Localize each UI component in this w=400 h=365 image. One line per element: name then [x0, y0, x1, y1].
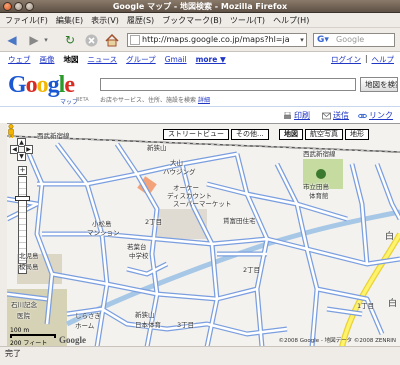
map-label: 西武新宿線 [303, 150, 336, 158]
print-link[interactable]: 印刷 [283, 110, 310, 121]
print-label: 印刷 [294, 111, 310, 120]
map-label: 西武新宿線 [37, 132, 70, 140]
map-label: 2丁目 [145, 218, 163, 226]
send-label: 送信 [333, 111, 349, 120]
logo-beta: BETA [76, 97, 89, 103]
menu-edit[interactable]: 編集(E) [56, 15, 83, 26]
google-map-watermark: Google [59, 335, 86, 345]
google-search-icon[interactable]: G▾ [317, 34, 329, 46]
map-roads [7, 135, 400, 346]
status-text: 完了 [5, 349, 21, 358]
link-maps-active: 地図 [63, 54, 79, 64]
map-label: ハウジング [163, 168, 196, 176]
search-engine-box[interactable]: G▾ Google [313, 33, 395, 47]
map-label: 新狭山 [147, 144, 167, 152]
menubar: ファイル(F) 編集(E) 表示(V) 履歴(S) ブックマーク(B) ツール(… [0, 13, 400, 28]
map-label: しらさぎ [75, 312, 101, 320]
url-bar[interactable]: http://maps.google.co.jp/maps?hl=ja [127, 33, 307, 47]
sidebar-collapsed[interactable] [0, 123, 7, 346]
link-images[interactable]: 画像 [40, 54, 55, 65]
menu-tools[interactable]: ツール(T) [230, 15, 265, 26]
scale-bottom-label: 200 フィート [10, 340, 48, 346]
map-actions-bar: 印刷 送信 リンク [0, 106, 400, 123]
google-services-bar: ウェブ 画像 地図 ニュース グループ Gmail more ▼ ログイン | … [0, 52, 400, 66]
window-title: Google マップ - 地図検索 - Mozilla Firefox [112, 2, 288, 11]
link-link[interactable]: リンク [358, 110, 393, 121]
reload-icon[interactable]: ↻ [62, 32, 78, 48]
map-nav-control: ▲ ◀ ▶ ▼ + − [10, 138, 34, 274]
map-label: 中学校 [129, 252, 149, 260]
stop-icon[interactable] [83, 32, 99, 48]
map-label: 1丁目 [357, 302, 375, 310]
map-search-input[interactable] [100, 78, 356, 91]
link-gmail[interactable]: Gmail [165, 55, 187, 64]
map-label: マンション [87, 229, 120, 237]
map-label: 3丁目 [177, 321, 195, 329]
menu-bookmarks[interactable]: ブックマーク(B) [162, 15, 222, 26]
map-label: 賃富田住宅 [223, 217, 256, 225]
menu-help[interactable]: ヘルプ(H) [273, 15, 309, 26]
map-label: 白 [388, 299, 398, 309]
more-layers-button[interactable]: その他... [231, 129, 269, 140]
url-text: http://maps.google.co.jp/maps?hl=ja [142, 35, 290, 44]
link-label: リンク [369, 111, 393, 120]
google-logo[interactable]: Google [8, 72, 75, 99]
map-label: 新狭山 [135, 311, 155, 319]
map-label: 校局島 [19, 263, 39, 271]
map-label: ホーム [75, 322, 95, 330]
link-web[interactable]: ウェブ [8, 54, 31, 65]
menu-file[interactable]: ファイル(F) [5, 15, 48, 26]
home-icon[interactable] [104, 32, 120, 48]
scale-bar: 100 m 200 フィート [10, 327, 56, 346]
history-dropdown-icon[interactable]: ▾ [38, 32, 54, 48]
link-groups[interactable]: グループ [126, 54, 156, 65]
favicon-icon [130, 35, 140, 45]
map-label: 医院 [17, 312, 30, 320]
map-type-buttons: 地図 航空写真 地形 [279, 129, 369, 140]
pegman-icon[interactable] [7, 124, 15, 138]
map-label: 石川記念 [11, 301, 37, 309]
scale-top-label: 100 m [10, 327, 30, 334]
url-dropdown-icon[interactable]: ▾ [297, 33, 307, 47]
chain-link-icon [358, 113, 367, 118]
zoom-slider-thumb[interactable] [15, 196, 30, 201]
menu-view[interactable]: 表示(V) [91, 15, 119, 26]
status-bar: 完了 [0, 346, 400, 365]
navigation-toolbar: ◀ ▶ ▾ ↻ http://maps.google.co.jp/maps?hl… [0, 28, 400, 52]
map-canvas[interactable]: ストリートビュー その他... 地図 航空写真 地形 ▲ ◀ ▶ ▼ + − 西… [7, 123, 400, 346]
mail-icon [322, 112, 331, 119]
pan-control: ▲ ◀ ▶ ▼ [10, 138, 34, 162]
login-link[interactable]: ログイン [331, 54, 361, 65]
map-copyright: ©2008 Google - 地図データ ©2008 ZENRIN [278, 338, 396, 344]
map-label: 体育館 [309, 192, 329, 200]
search-hint-text: お店やサービス、住所、施設を検索 [100, 97, 197, 104]
window-titlebar: Google マップ - 地図検索 - Mozilla Firefox [0, 0, 400, 13]
help-link[interactable]: ヘルプ [372, 54, 395, 65]
map-label: 日本体育 [135, 321, 161, 329]
back-icon[interactable]: ◀ [4, 32, 20, 48]
printer-icon [284, 111, 291, 119]
menu-history[interactable]: 履歴(S) [127, 15, 154, 26]
search-map-button[interactable]: 地図を検索 [360, 77, 398, 92]
zoom-in-icon[interactable]: + [18, 166, 27, 175]
maps-header: Google マップ BETA お店やサービス、住所、施設を検索 詳細 地図を検… [0, 66, 400, 106]
map-overlay-buttons: ストリートビュー その他... [163, 129, 269, 140]
pan-down-icon[interactable]: ▼ [17, 152, 26, 161]
advanced-search-link[interactable]: 詳細 [198, 97, 210, 104]
search-placeholder: Google [336, 35, 365, 44]
send-link[interactable]: 送信 [322, 110, 349, 121]
map-label: 白 [385, 232, 395, 242]
map-label: 2丁目 [243, 266, 261, 274]
link-more[interactable]: more ▼ [196, 55, 226, 64]
streetview-button[interactable]: ストリートビュー [163, 129, 229, 140]
map-type-terrain[interactable]: 地形 [345, 129, 369, 140]
map-label: 北児島 [19, 252, 39, 260]
map-type-map[interactable]: 地図 [279, 129, 303, 140]
map-label: スーパーマーケット [173, 200, 232, 208]
link-news[interactable]: ニュース [88, 54, 118, 65]
map-type-satellite[interactable]: 航空写真 [305, 129, 343, 140]
search-hint: お店やサービス、住所、施設を検索 詳細 [100, 95, 210, 104]
